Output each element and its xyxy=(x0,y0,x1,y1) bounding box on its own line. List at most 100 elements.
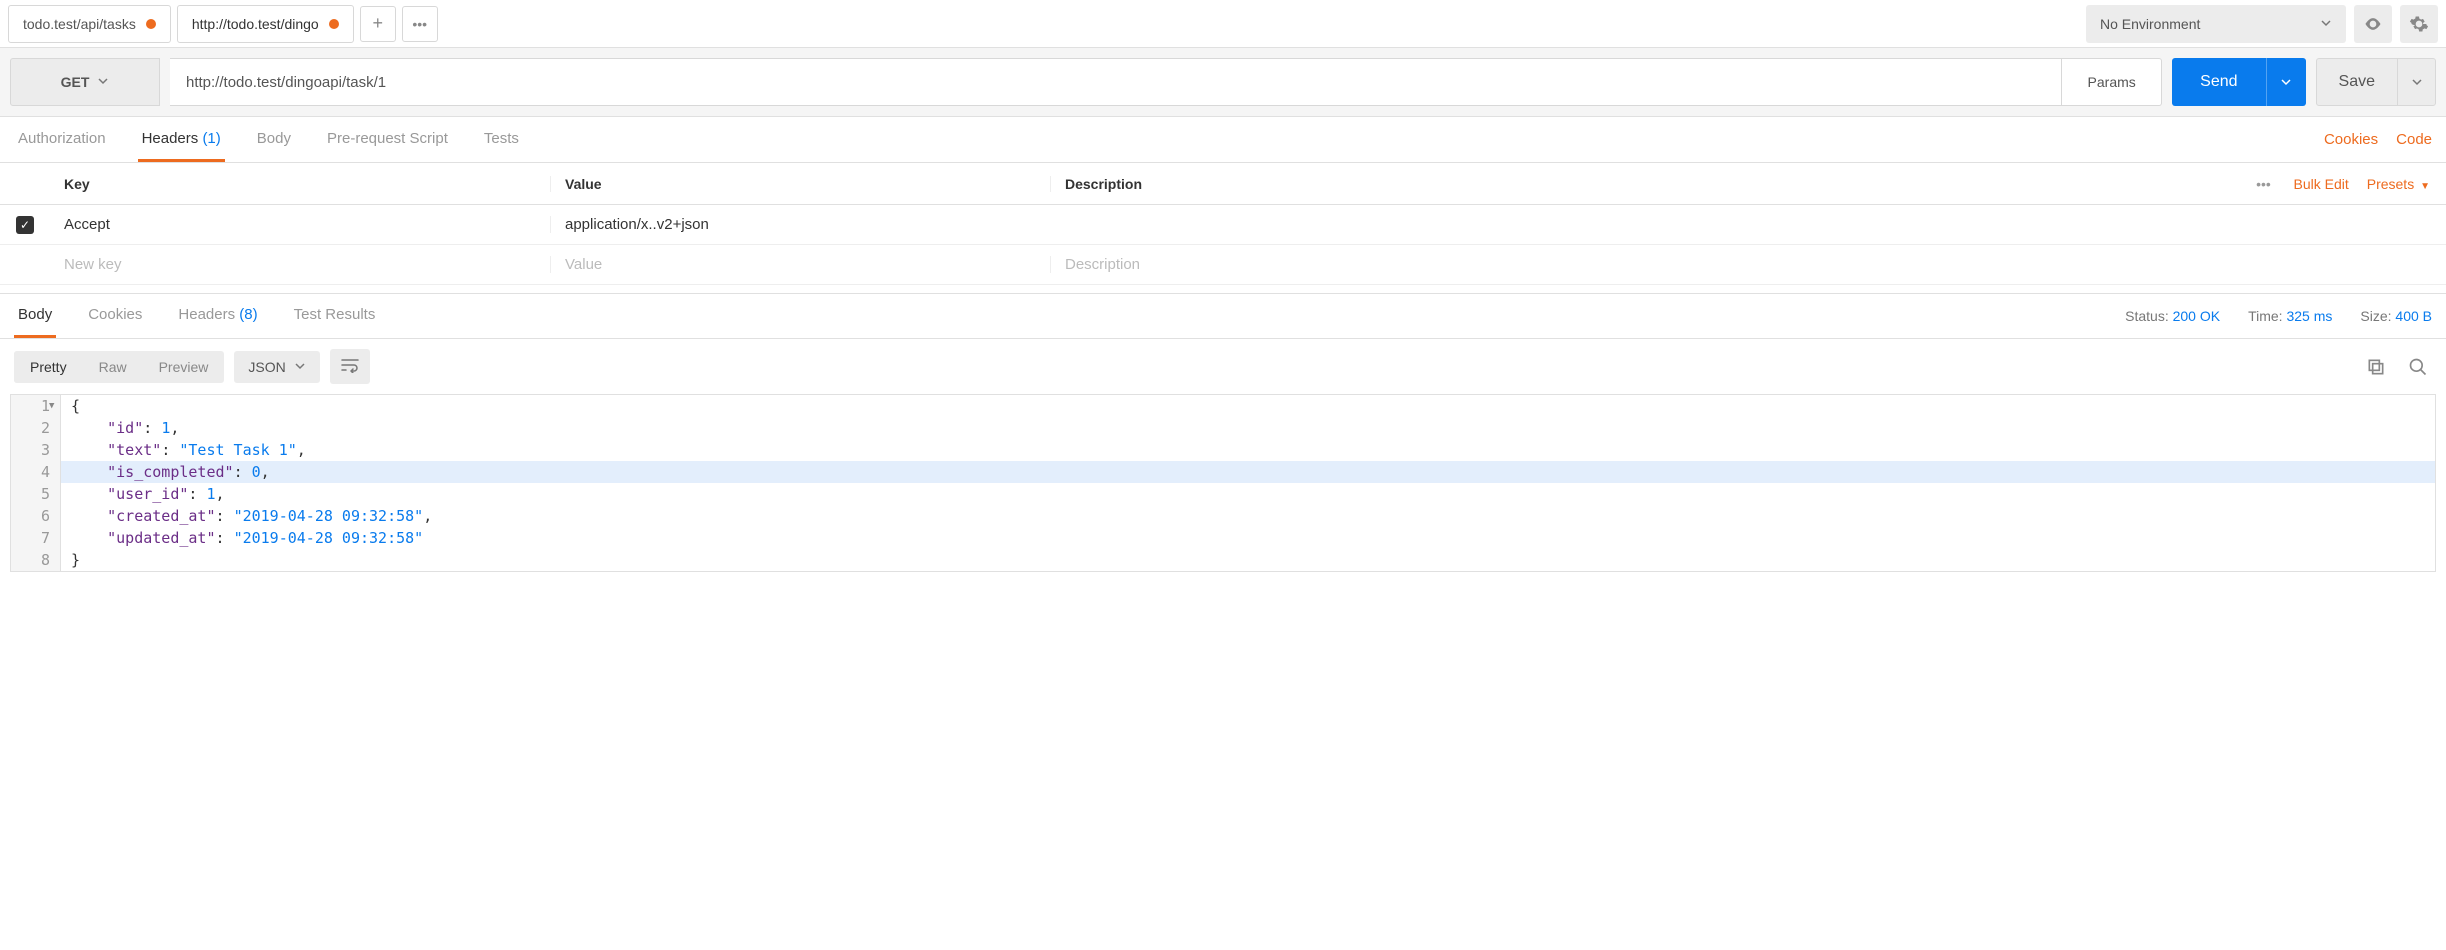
method-label: GET xyxy=(61,74,90,90)
request-tabs-row: Authorization Headers (1) Body Pre-reque… xyxy=(0,117,2446,163)
save-button[interactable]: Save xyxy=(2316,58,2436,106)
url-input[interactable] xyxy=(170,58,2062,106)
response-tabs: Body Cookies Headers (8) Test Results xyxy=(14,294,379,338)
tab-tests[interactable]: Tests xyxy=(480,118,523,162)
settings-button[interactable] xyxy=(2400,5,2438,43)
body-toolbar: Pretty Raw Preview JSON xyxy=(0,339,2446,394)
send-button[interactable]: Send xyxy=(2172,58,2305,106)
chevron-down-icon xyxy=(2280,76,2292,88)
tab-headers[interactable]: Headers (1) xyxy=(138,118,225,162)
tab-label: todo.test/api/tasks xyxy=(23,16,136,32)
time-meta: Time: 325 ms xyxy=(2248,308,2332,324)
environment-select[interactable]: No Environment xyxy=(2086,5,2346,43)
gutter: 8 xyxy=(11,549,61,571)
header-actions: Bulk Edit Presets ▼ xyxy=(2293,176,2446,192)
search-icon xyxy=(2408,357,2428,377)
col-actions[interactable]: ••• xyxy=(2233,176,2293,192)
resp-tab-body[interactable]: Body xyxy=(14,294,56,338)
gutter: 5 xyxy=(11,483,61,505)
search-button[interactable] xyxy=(2404,353,2432,381)
url-wrap: Params xyxy=(170,58,2162,106)
code-line-3: 3 "text": "Test Task 1", xyxy=(11,439,2435,461)
resp-tab-headers[interactable]: Headers (8) xyxy=(174,294,261,338)
cookies-link[interactable]: Cookies xyxy=(2324,131,2378,148)
gutter: 2 xyxy=(11,417,61,439)
view-mode-pretty[interactable]: Pretty xyxy=(14,351,83,383)
new-value-input[interactable]: Value xyxy=(550,256,1050,273)
code-line-5: 5 "user_id": 1, xyxy=(11,483,2435,505)
response-tabs-row: Body Cookies Headers (8) Test Results St… xyxy=(0,293,2446,339)
save-label: Save xyxy=(2317,73,2397,91)
code-line-6: 6 "created_at": "2019-04-28 09:32:58", xyxy=(11,505,2435,527)
gutter: 3 xyxy=(11,439,61,461)
request-tabs: Authorization Headers (1) Body Pre-reque… xyxy=(14,118,523,162)
environment-label: No Environment xyxy=(2100,16,2200,32)
code-line-2: 2 "id": 1, xyxy=(11,417,2435,439)
headers-table: Key Value Description ••• Bulk Edit Pres… xyxy=(0,163,2446,285)
size-meta: Size: 400 B xyxy=(2360,308,2432,324)
tab-body[interactable]: Body xyxy=(253,118,295,162)
gutter: 4 xyxy=(11,461,61,483)
chevron-down-icon xyxy=(2320,16,2332,32)
params-button[interactable]: Params xyxy=(2062,58,2162,106)
code-line-4: 4 "is_completed": 0, xyxy=(11,461,2435,483)
new-desc-input[interactable]: Description xyxy=(1050,256,2446,273)
tab-prerequest[interactable]: Pre-request Script xyxy=(323,118,452,162)
wrap-lines-button[interactable] xyxy=(330,349,370,384)
response-meta: Status: 200 OK Time: 325 ms Size: 400 B xyxy=(2125,308,2432,324)
copy-button[interactable] xyxy=(2362,353,2390,381)
code-line-8: 8 } xyxy=(11,549,2435,571)
gutter: 7 xyxy=(11,527,61,549)
add-tab-button[interactable]: + xyxy=(360,6,396,42)
wrap-icon xyxy=(340,357,360,373)
resp-headers-label: Headers xyxy=(178,306,235,323)
gutter: 6 xyxy=(11,505,61,527)
resp-tab-test-results[interactable]: Test Results xyxy=(290,294,380,338)
view-mode-preview[interactable]: Preview xyxy=(143,351,225,383)
resp-headers-count: (8) xyxy=(239,306,257,323)
new-key-input[interactable]: New key xyxy=(50,256,550,273)
col-key: Key xyxy=(50,176,550,192)
format-select[interactable]: JSON xyxy=(234,351,319,383)
tab-overflow-button[interactable]: ••• xyxy=(402,6,438,42)
response-body-code: 1▼ { 2 "id": 1, 3 "text": "Test Task 1",… xyxy=(10,394,2436,572)
code-link[interactable]: Code xyxy=(2396,131,2432,148)
status-meta: Status: 200 OK xyxy=(2125,308,2220,324)
top-bar: todo.test/api/tasks http://todo.test/din… xyxy=(0,0,2446,48)
send-label: Send xyxy=(2172,73,2265,91)
code-line-7: 7 "updated_at": "2019-04-28 09:32:58" xyxy=(11,527,2435,549)
header-new-row: New key Value Description xyxy=(0,245,2446,285)
headers-count: (1) xyxy=(202,130,220,147)
header-value-cell[interactable]: application/x..v2+json xyxy=(550,216,1050,233)
tab-headers-label: Headers xyxy=(142,130,199,147)
dirty-dot-icon xyxy=(146,19,156,29)
tab-label: http://todo.test/dingo xyxy=(192,16,319,32)
eye-icon xyxy=(2363,14,2383,34)
view-modes: Pretty Raw Preview xyxy=(14,351,224,383)
tab-item-0[interactable]: todo.test/api/tasks xyxy=(8,5,171,43)
tab-item-1[interactable]: http://todo.test/dingo xyxy=(177,5,354,43)
fold-icon[interactable]: ▼ xyxy=(49,395,54,417)
view-mode-raw[interactable]: Raw xyxy=(83,351,143,383)
bulk-edit-link[interactable]: Bulk Edit xyxy=(2293,176,2348,192)
copy-icon xyxy=(2366,357,2386,377)
chevron-down-icon xyxy=(294,359,306,375)
environment-preview-button[interactable] xyxy=(2354,5,2392,43)
http-method-select[interactable]: GET xyxy=(10,58,160,106)
format-label: JSON xyxy=(248,359,285,375)
gutter: 1▼ xyxy=(11,395,61,417)
send-dropdown[interactable] xyxy=(2266,58,2306,106)
body-toolbar-left: Pretty Raw Preview JSON xyxy=(14,349,370,384)
tabs-area: todo.test/api/tasks http://todo.test/din… xyxy=(8,5,2086,43)
header-key-cell[interactable]: Accept xyxy=(50,216,550,233)
col-description: Description xyxy=(1050,176,2233,192)
chevron-down-icon xyxy=(97,74,109,90)
request-bar: GET Params Send Save xyxy=(0,48,2446,117)
body-toolbar-right xyxy=(2362,353,2432,381)
presets-link[interactable]: Presets ▼ xyxy=(2367,176,2430,192)
tab-authorization[interactable]: Authorization xyxy=(14,118,110,162)
col-value: Value xyxy=(550,176,1050,192)
row-checkbox[interactable]: ✓ xyxy=(16,216,34,234)
save-dropdown[interactable] xyxy=(2397,59,2435,105)
resp-tab-cookies[interactable]: Cookies xyxy=(84,294,146,338)
